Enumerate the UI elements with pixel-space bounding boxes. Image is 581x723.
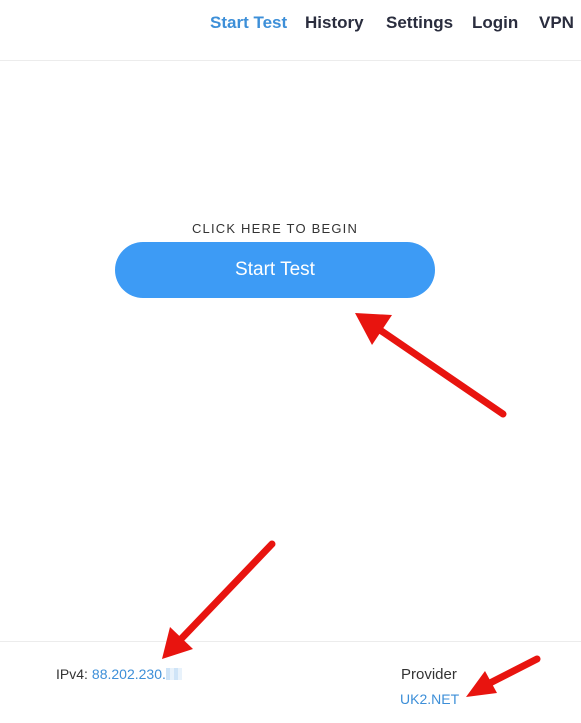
begin-caption: CLICK HERE TO BEGIN bbox=[191, 221, 359, 236]
redacted-ip-segment bbox=[165, 668, 182, 680]
start-test-button[interactable]: Start Test bbox=[115, 242, 435, 298]
provider-name[interactable]: UK2.NET bbox=[400, 691, 459, 707]
provider-label: Provider bbox=[401, 666, 457, 683]
nav-vpn[interactable]: VPN bbox=[539, 13, 574, 33]
nav-login[interactable]: Login bbox=[472, 13, 518, 33]
ipv4-row: IPv4: 88.202.230. bbox=[56, 666, 182, 682]
nav-history[interactable]: History bbox=[305, 13, 364, 33]
nav-start-test[interactable]: Start Test bbox=[210, 13, 287, 33]
speedtest-page: Start Test History Settings Login VPN CL… bbox=[0, 0, 581, 723]
annotation-overlay bbox=[162, 313, 541, 697]
nav-settings[interactable]: Settings bbox=[386, 13, 453, 33]
red-arrow-icon bbox=[355, 313, 507, 418]
ipv4-address[interactable]: 88.202.230. bbox=[92, 666, 166, 682]
top-navigation: Start Test History Settings Login VPN bbox=[0, 0, 581, 61]
connection-info-footer: IPv4: 88.202.230. Provider UK2.NET bbox=[0, 641, 581, 723]
ipv4-label: IPv4: bbox=[56, 666, 88, 682]
